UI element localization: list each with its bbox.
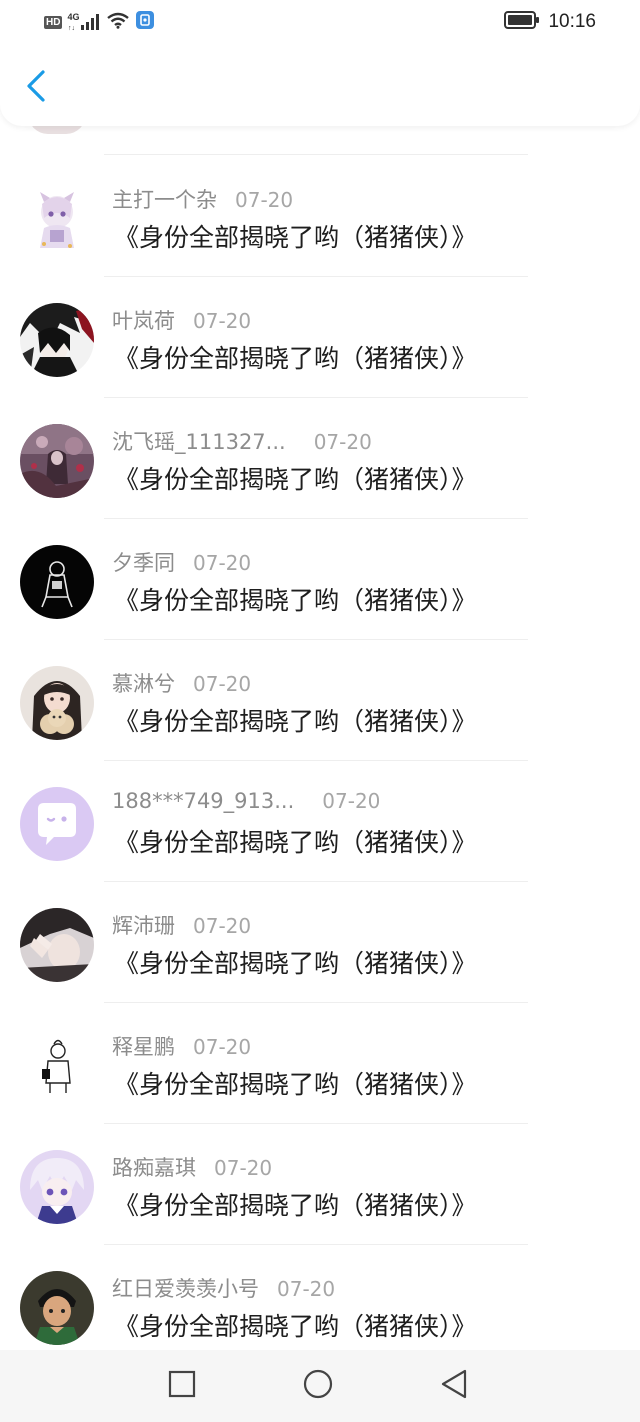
user-name: 慕淋兮 — [112, 672, 175, 696]
square-icon — [168, 1370, 196, 1402]
item-meta: 夕季同 07-20 — [112, 547, 251, 577]
item-message: 《身份全部揭晓了哟（猪猪侠）》 — [114, 1070, 477, 1099]
status-time: 10:16 — [548, 11, 596, 32]
item-meta: 红日爱羡羡小号 07-20 — [112, 1273, 335, 1303]
purple-art-avatar — [20, 424, 94, 498]
item-date: 07-20 — [193, 1035, 252, 1059]
item-message: 《身份全部揭晓了哟（猪猪侠）》 — [114, 949, 477, 978]
item-date: 07-20 — [214, 1156, 273, 1180]
svg-text:↑↓: ↑↓ — [68, 25, 75, 31]
home-button[interactable] — [302, 1368, 334, 1404]
user-name: 路痴嘉琪 — [112, 1156, 196, 1180]
chevron-left-icon — [25, 69, 47, 107]
item-meta: 叶岚荷 07-20 — [112, 305, 251, 335]
list-item[interactable]: 慕淋兮 07-20 《身份全部揭晓了哟（猪猪侠）》 — [0, 640, 640, 761]
status-right: 10:16 — [504, 10, 596, 34]
system-nav-bar — [0, 1350, 640, 1422]
item-message: 《身份全部揭晓了哟（猪猪侠）》 — [114, 1191, 477, 1220]
user-name: 释星鹏 — [112, 1035, 175, 1059]
back-button[interactable] — [18, 68, 54, 108]
line-drawing-avatar — [20, 1029, 94, 1103]
cartoon-boy-avatar — [20, 1271, 94, 1345]
item-message: 《身份全部揭晓了哟（猪猪侠）》 — [114, 223, 477, 252]
anime-girl-avatar — [20, 182, 94, 256]
user-name: 188***749_913... — [112, 789, 295, 813]
hand-photo-avatar — [20, 908, 94, 982]
status-bar: HD 4G ↑↓ 10:16 — [0, 0, 640, 46]
item-meta: 慕淋兮 07-20 — [112, 668, 251, 698]
app-notification-icon — [135, 10, 155, 34]
user-name: 主打一个杂 — [112, 188, 217, 212]
item-date: 07-20 — [193, 914, 252, 938]
item-date: 07-20 — [193, 309, 252, 333]
item-meta: 沈飞瑶_111327... 07-20 — [112, 426, 372, 456]
user-name: 沈飞瑶_111327... — [112, 430, 286, 454]
list-item[interactable]: 188***749_913... 07-20 《身份全部揭晓了哟（猪猪侠）》 — [0, 761, 640, 882]
user-name: 叶岚荷 — [112, 309, 175, 333]
divider — [104, 154, 528, 155]
list-item[interactable]: 叶岚荷 07-20 《身份全部揭晓了哟（猪猪侠）》 — [0, 277, 640, 398]
recent-apps-button[interactable] — [166, 1370, 198, 1402]
list-item[interactable]: 释星鹏 07-20 《身份全部揭晓了哟（猪猪侠）》 — [0, 1003, 640, 1124]
item-message: 《身份全部揭晓了哟（猪猪侠）》 — [114, 465, 477, 494]
item-message: 《身份全部揭晓了哟（猪猪侠）》 — [114, 586, 477, 615]
list-item[interactable]: 辉沛珊 07-20 《身份全部揭晓了哟（猪猪侠）》 — [0, 882, 640, 1003]
item-meta: 路痴嘉琪 07-20 — [112, 1152, 272, 1182]
list-item[interactable]: 路痴嘉琪 07-20 《身份全部揭晓了哟（猪猪侠）》 — [0, 1124, 640, 1245]
list-item[interactable]: 主打一个杂 07-20 《身份全部揭晓了哟（猪猪侠）》 — [0, 156, 640, 277]
item-message: 《身份全部揭晓了哟（猪猪侠）》 — [114, 707, 477, 736]
user-name: 夕季同 — [112, 551, 175, 575]
item-date: 07-20 — [313, 430, 372, 454]
top-header — [0, 46, 640, 126]
item-date: 07-20 — [235, 188, 294, 212]
system-back-button[interactable] — [438, 1368, 470, 1404]
list-item[interactable]: 红日爱羡羡小号 07-20 《身份全部揭晓了哟（猪猪侠）》 — [0, 1245, 640, 1350]
list-item[interactable]: 沈飞瑶_111327... 07-20 《身份全部揭晓了哟（猪猪侠）》 — [0, 398, 640, 519]
user-name: 红日爱羡羡小号 — [112, 1277, 259, 1301]
default-chat-avatar — [20, 787, 94, 861]
user-name: 辉沛珊 — [112, 914, 175, 938]
circle-icon — [302, 1368, 334, 1404]
item-message: 《身份全部揭晓了哟（猪猪侠）》 — [114, 1312, 477, 1341]
list-item[interactable]: 夕季同 07-20 《身份全部揭晓了哟（猪猪侠）》 — [0, 519, 640, 640]
item-meta: 主打一个杂 07-20 — [112, 184, 293, 214]
silver-hair-anime-avatar — [20, 1150, 94, 1224]
item-date: 07-20 — [193, 672, 252, 696]
wifi-icon — [106, 11, 130, 33]
triangle-back-icon — [439, 1368, 469, 1404]
battery-icon — [504, 10, 540, 34]
item-message: 《身份全部揭晓了哟（猪猪侠）》 — [114, 828, 477, 857]
girl-photo-avatar — [20, 666, 94, 740]
item-date: 07-20 — [322, 789, 381, 813]
message-list[interactable]: 主打一个杂 07-20 《身份全部揭晓了哟（猪猪侠）》 叶岚荷 07-20 《身… — [0, 0, 640, 1350]
item-message: 《身份全部揭晓了哟（猪猪侠）》 — [114, 344, 477, 373]
item-meta: 辉沛珊 07-20 — [112, 910, 251, 940]
item-meta: 188***749_913... 07-20 — [112, 789, 380, 813]
dark-anime-avatar — [20, 303, 94, 377]
signal-icon: 4G ↑↓ — [67, 12, 101, 31]
hd-badge: HD — [44, 15, 63, 29]
item-date: 07-20 — [193, 551, 252, 575]
item-meta: 释星鹏 07-20 — [112, 1031, 251, 1061]
item-date: 07-20 — [277, 1277, 336, 1301]
black-sketch-avatar — [20, 545, 94, 619]
status-left: HD 4G ↑↓ — [44, 10, 155, 34]
